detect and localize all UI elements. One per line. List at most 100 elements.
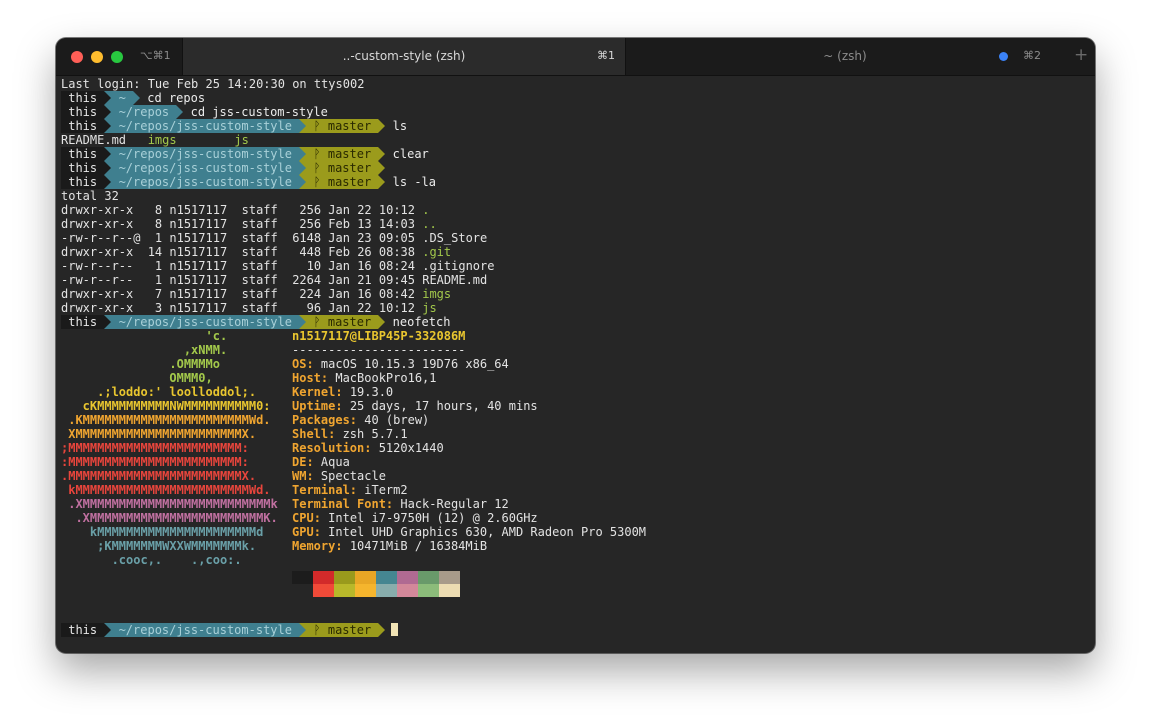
powerline-separator-icon [104, 623, 112, 637]
ls-la-meta: -rw-r--r-- 1 n1517117 staff 10 Jan 16 08… [61, 259, 423, 273]
powerline-separator-icon [104, 105, 112, 119]
powerline-separator-icon [378, 161, 386, 175]
powerline-separator-icon [378, 623, 386, 637]
terminal-window: ⌥⌘1 ..-custom-style (zsh) ⌘1 ~ (zsh) ⌘2 … [56, 38, 1095, 653]
info-colon: : [328, 427, 343, 441]
color-swatch [418, 571, 439, 584]
info-key: GPU [292, 525, 314, 539]
info-colon: : [313, 511, 329, 525]
total-line: total 32 [61, 189, 119, 203]
color-swatch [292, 584, 313, 597]
ls-dir: js [219, 133, 293, 147]
info-key: Memory [292, 539, 336, 553]
color-swatch [397, 584, 418, 597]
powerline-separator-icon [299, 623, 307, 637]
info-value: iTerm2 [364, 483, 408, 497]
prompt-line: this ~/repos/jss-custom-style ᚹ master n… [61, 315, 450, 329]
prompt-git-segment: ᚹ master [306, 147, 379, 161]
prompt-user-segment: this [61, 119, 105, 133]
powerline-separator-icon [299, 119, 307, 133]
info-key: Terminal [292, 483, 350, 497]
color-swatch [334, 584, 355, 597]
powerline-separator-icon [299, 161, 307, 175]
prompt-user-segment: this [61, 175, 105, 189]
powerline-separator-icon [299, 315, 307, 329]
prompt-dir-segment: ~ [111, 91, 134, 105]
prompt-dir-segment: ~/repos/jss-custom-style [111, 161, 300, 175]
neofetch-logo-line: .XMMMMMMMMMMMMMMMMMMMMMMMMMMk [61, 497, 278, 511]
info-value: 19.3.0 [349, 385, 394, 399]
ls-la-meta: drwxr-xr-x 14 n1517117 staff 448 Feb 26 … [61, 245, 423, 259]
prompt-user-segment: this [61, 91, 105, 105]
prompt-git-segment: ᚹ master [306, 623, 379, 637]
neofetch-info-row: OS: macOS 10.15.3 19D76 x86_64 [292, 357, 509, 371]
prompt-git-segment: ᚹ master [306, 119, 379, 133]
neofetch-logo-line: 'c. [61, 329, 228, 343]
prompt-user-segment: this [61, 623, 105, 637]
close-button[interactable] [71, 51, 83, 63]
prompt-dir-segment: ~/repos/jss-custom-style [111, 147, 300, 161]
info-key: Kernel [292, 385, 336, 399]
neofetch-info-row: GPU: Intel UHD Graphics 630, AMD Radeon … [292, 525, 646, 539]
tab-shortcut: ⌘1 [597, 49, 615, 62]
prompt-git-segment: ᚹ master [306, 315, 379, 329]
prompt-command: cd repos [140, 91, 206, 105]
prompt-command: clear [385, 147, 429, 161]
ls-la-row: drwxr-xr-x 7 n1517117 staff 224 Jan 16 0… [61, 287, 451, 301]
neofetch-info-row: Resolution: 5120x1440 [292, 441, 444, 455]
ls-la-row: drwxr-xr-x 8 n1517117 staff 256 Jan 22 1… [61, 203, 429, 217]
neofetch-logo-line: :MMMMMMMMMMMMMMMMMMMMMMMM: [61, 455, 249, 469]
prompt-user-segment: this [61, 315, 105, 329]
color-swatch [397, 571, 418, 584]
info-key: OS [292, 357, 307, 371]
info-colon: : [349, 483, 365, 497]
user-host: n1517117@LIBP45P-332086M [292, 329, 466, 343]
info-value: 25 days, 17 hours, 40 mins [349, 399, 538, 413]
prompt-command: ls [385, 119, 408, 133]
info-colon: : [335, 539, 350, 553]
prompt-line: this ~/repos cd jss-custom-style [61, 105, 328, 119]
neofetch-logo-line: kMMMMMMMMMMMMMMMMMMMMMMMMWd. [61, 483, 271, 497]
tab-jss-custom-style[interactable]: ..-custom-style (zsh) ⌘1 [182, 38, 626, 75]
ls-la-name: js [422, 301, 437, 315]
color-swatch [418, 584, 439, 597]
info-value: Spectacle [320, 469, 386, 483]
info-value: 5120x1440 [378, 441, 444, 455]
prompt-line: this ~/repos/jss-custom-style ᚹ master [61, 623, 386, 637]
neofetch-logo-line: .MMMMMMMMMMMMMMMMMMMMMMMMX. [61, 469, 257, 483]
powerline-separator-icon [104, 91, 112, 105]
prompt-command: cd jss-custom-style [183, 105, 328, 119]
zoom-button[interactable] [111, 51, 123, 63]
tab-shortcut: ⌘2 [1023, 49, 1041, 62]
text-cursor [391, 623, 399, 636]
prompt-line: this ~ cd repos [61, 91, 205, 105]
ls-la-meta: drwxr-xr-x 3 n1517117 staff 96 Jan 22 10… [61, 301, 423, 315]
ls-file: README.md [61, 133, 134, 147]
powerline-separator-icon [299, 175, 307, 189]
ls-la-name: . [422, 203, 430, 217]
ls-la-meta: drwxr-xr-x 8 n1517117 staff 256 Jan 22 1… [61, 203, 423, 217]
neofetch-separator: ------------------------ [292, 343, 465, 357]
info-value: 40 (brew) [364, 413, 430, 427]
color-swatch [355, 571, 376, 584]
ls-la-name: imgs [422, 287, 452, 301]
info-key: Terminal Font [292, 497, 386, 511]
neofetch-info-row: Memory: 10471MiB / 16384MiB [292, 539, 487, 553]
info-colon: : [306, 455, 321, 469]
prompt-line: this ~/repos/jss-custom-style ᚹ master c… [61, 147, 429, 161]
last-login-text: Last login: Tue Feb 25 14:20:30 on ttys0… [61, 77, 365, 91]
ls-la-row: -rw-r--r-- 1 n1517117 staff 10 Jan 16 08… [61, 259, 494, 273]
info-value: Intel i7-9750H (12) @ 2.60GHz [328, 511, 538, 525]
ls-la-name: .git [422, 245, 452, 259]
prompt-dir-segment: ~/repos/jss-custom-style [111, 623, 300, 637]
color-swatch [376, 571, 397, 584]
neofetch-logo-line: .KMMMMMMMMMMMMMMMMMMMMMMMWd. [61, 413, 271, 427]
info-key: Shell [292, 427, 329, 441]
new-tab-button[interactable]: + [1074, 45, 1088, 65]
info-colon: : [349, 413, 365, 427]
neofetch-info-row: Terminal: iTerm2 [292, 483, 408, 497]
minimize-button[interactable] [91, 51, 103, 63]
tab-home[interactable]: ~ (zsh) ⌘2 [625, 38, 1065, 75]
ls-la-name: README.md [422, 273, 488, 287]
neofetch-info-row: Shell: zsh 5.7.1 [292, 427, 408, 441]
